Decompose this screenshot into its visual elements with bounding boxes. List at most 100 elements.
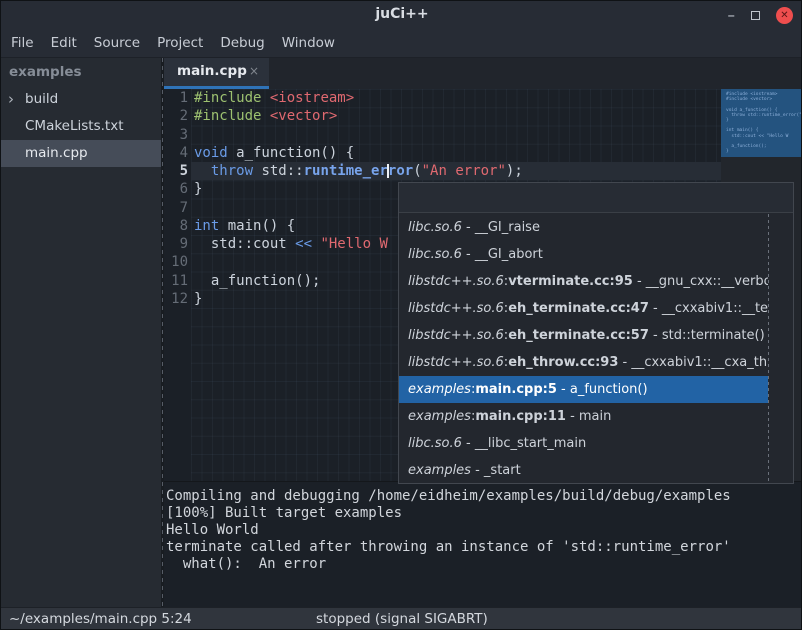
backtrace-item[interactable]: examples - _start [399,457,768,484]
code-text: throw std::runtime_error("An error"); [194,162,523,180]
backtrace-item[interactable]: libc.so.6 - __libc_start_main [399,430,768,457]
backtrace-symbol: - std::terminate() [649,328,765,343]
backtrace-item[interactable]: examples:main.cpp:11 - main [399,403,768,430]
code-line-11: 11 a_function(); [164,272,320,290]
code-token: ror [388,163,413,179]
line-number: 3 [164,126,188,144]
backtrace-item[interactable]: libc.so.6 - __GI_raise [399,214,768,241]
code-token: #include [194,90,261,106]
menu-item-debug[interactable]: Debug [220,35,264,51]
restore-icon[interactable] [751,11,760,20]
backtrace-item[interactable]: libstdc++.so.6:eh_terminate.cc:47 - __cx… [399,295,768,322]
code-token: } [194,181,202,197]
code-token: std:: [253,163,304,179]
code-line-1: 1#include <iostream> [164,89,354,107]
code-token [261,108,269,124]
line-number: 2 [164,107,188,125]
menu-item-source[interactable]: Source [94,35,140,51]
line-number: 10 [164,253,188,271]
menu-item-window[interactable]: Window [282,35,335,51]
titlebar[interactable]: juCi++ – ✕ [1,1,802,29]
file-tree-item-label: main.cpp [25,145,88,161]
code-token: std::cout [194,236,295,252]
backtrace-item[interactable]: libstdc++.so.6:eh_throw.cc:93 - __cxxabi… [399,349,768,376]
close-icon[interactable]: ✕ [776,7,793,24]
line-number: 7 [164,199,188,217]
code-token: ( [413,163,421,179]
app-window: juCi++ – ✕ File Edit Source Project Debug Win… [0,0,802,630]
line-number: 12 [164,290,188,308]
code-token: void [194,145,228,161]
backtrace-symbol: - __cxxabiv1::__cxa_throw [618,355,768,370]
line-number: 4 [164,144,188,162]
terminal-output[interactable]: Compiling and debugging /home/eidheim/ex… [164,481,802,607]
file-tree-item-build[interactable]: › build [1,86,161,113]
menu-item-edit[interactable]: Edit [51,35,77,51]
backtrace-library: libstdc++.so.6 [408,355,504,370]
line-number: 9 [164,235,188,253]
debug-status: stopped (signal SIGABRT) [316,611,488,627]
backtrace-symbol: - __cxxabiv1::__terminate(void (*)()) [649,301,768,316]
line-number: 6 [164,180,188,198]
backtrace-library: libstdc++.so.6 [408,274,504,289]
code-line-4: 4 void a_function() { [164,144,354,162]
backtrace-location: main.cpp:5 [475,382,557,397]
window-title: juCi++ [1,6,802,22]
menu-item-file[interactable]: File [11,35,34,51]
code-token [261,90,269,106]
file-tree-item-label: CMakeLists.txt [25,118,124,134]
code-text: #include <vector> [194,107,337,125]
code-token: throw [211,163,253,179]
tab-label: main.cpp [177,63,249,79]
terminal-text: Compiling and debugging /home/eidheim/ex… [166,488,802,573]
code-token: main() { [219,218,295,234]
chevron-right-icon[interactable]: › [8,86,14,113]
backtrace-item[interactable]: libc.so.6 - __GI_abort [399,241,768,268]
code-token: "An error" [422,163,506,179]
file-tree-item-cmakelists-txt[interactable]: CMakeLists.txt [1,113,161,140]
code-line-7: 7 [164,199,194,217]
statusbar: ~/examples/main.cpp 5:24 stopped (signal… [1,607,802,630]
backtrace-search-input[interactable] [399,183,793,213]
file-tree-item-main-cpp[interactable]: main.cpp [1,140,161,167]
file-tree-panel: examples ›buildCMakeLists.txtmain.cpp [1,58,161,607]
code-token: "Hello W [320,236,387,252]
code-text: a_function(); [194,272,320,290]
backtrace-location: main.cpp:11 [475,409,566,424]
cursor-location: ~/examples/main.cpp 5:24 [9,611,192,627]
code-text: void a_function() { [194,144,354,162]
backtrace-item[interactable]: libstdc++.so.6:eh_terminate.cc:57 - std:… [399,322,768,349]
file-tree-item-label: build [25,91,58,107]
backtrace-library: libc.so.6 [408,436,462,451]
popup-focus-dash-border [768,214,769,483]
backtrace-item-selected[interactable]: examples:main.cpp:5 - a_function() [399,376,768,403]
tab-close-icon[interactable]: × [249,64,259,78]
line-number: 11 [164,272,188,290]
backtrace-symbol: - __GI_abort [462,247,543,262]
code-text: } [194,180,202,198]
code-token: runtime_er [304,163,388,179]
tab-main-cpp[interactable]: main.cpp × [164,58,269,89]
code-line-10: 10 [164,253,194,271]
backtrace-item[interactable]: libstdc++.so.6:vterminate.cc:95 - __gnu_… [399,268,768,295]
minimap-slider[interactable]: #include <iostream> #include <vector> vo… [721,89,801,157]
code-line-3: 3 [164,126,194,144]
minimap-code-preview: #include <iostream> #include <vector> vo… [726,92,801,154]
menu-item-project[interactable]: Project [157,35,203,51]
minimize-icon[interactable]: – [728,10,736,20]
code-line-5: 5 throw std::runtime_error("An error"); [164,162,523,180]
backtrace-library: examples [408,463,471,478]
backtrace-location: eh_terminate.cc:57 [508,328,649,343]
code-token: a_function(); [194,273,320,289]
code-token: ); [506,163,523,179]
backtrace-symbol: - main [566,409,611,424]
code-token [194,163,211,179]
backtrace-library: libstdc++.so.6 [408,301,504,316]
code-text: } [194,290,202,308]
menubar: File Edit Source Project Debug Window [1,29,802,58]
backtrace-location: vterminate.cc:95 [508,274,633,289]
backtrace-library: libstdc++.so.6 [408,328,504,343]
line-number: 5 [164,162,188,180]
code-line-6: 6} [164,180,202,198]
backtrace-library: libc.so.6 [408,247,462,262]
